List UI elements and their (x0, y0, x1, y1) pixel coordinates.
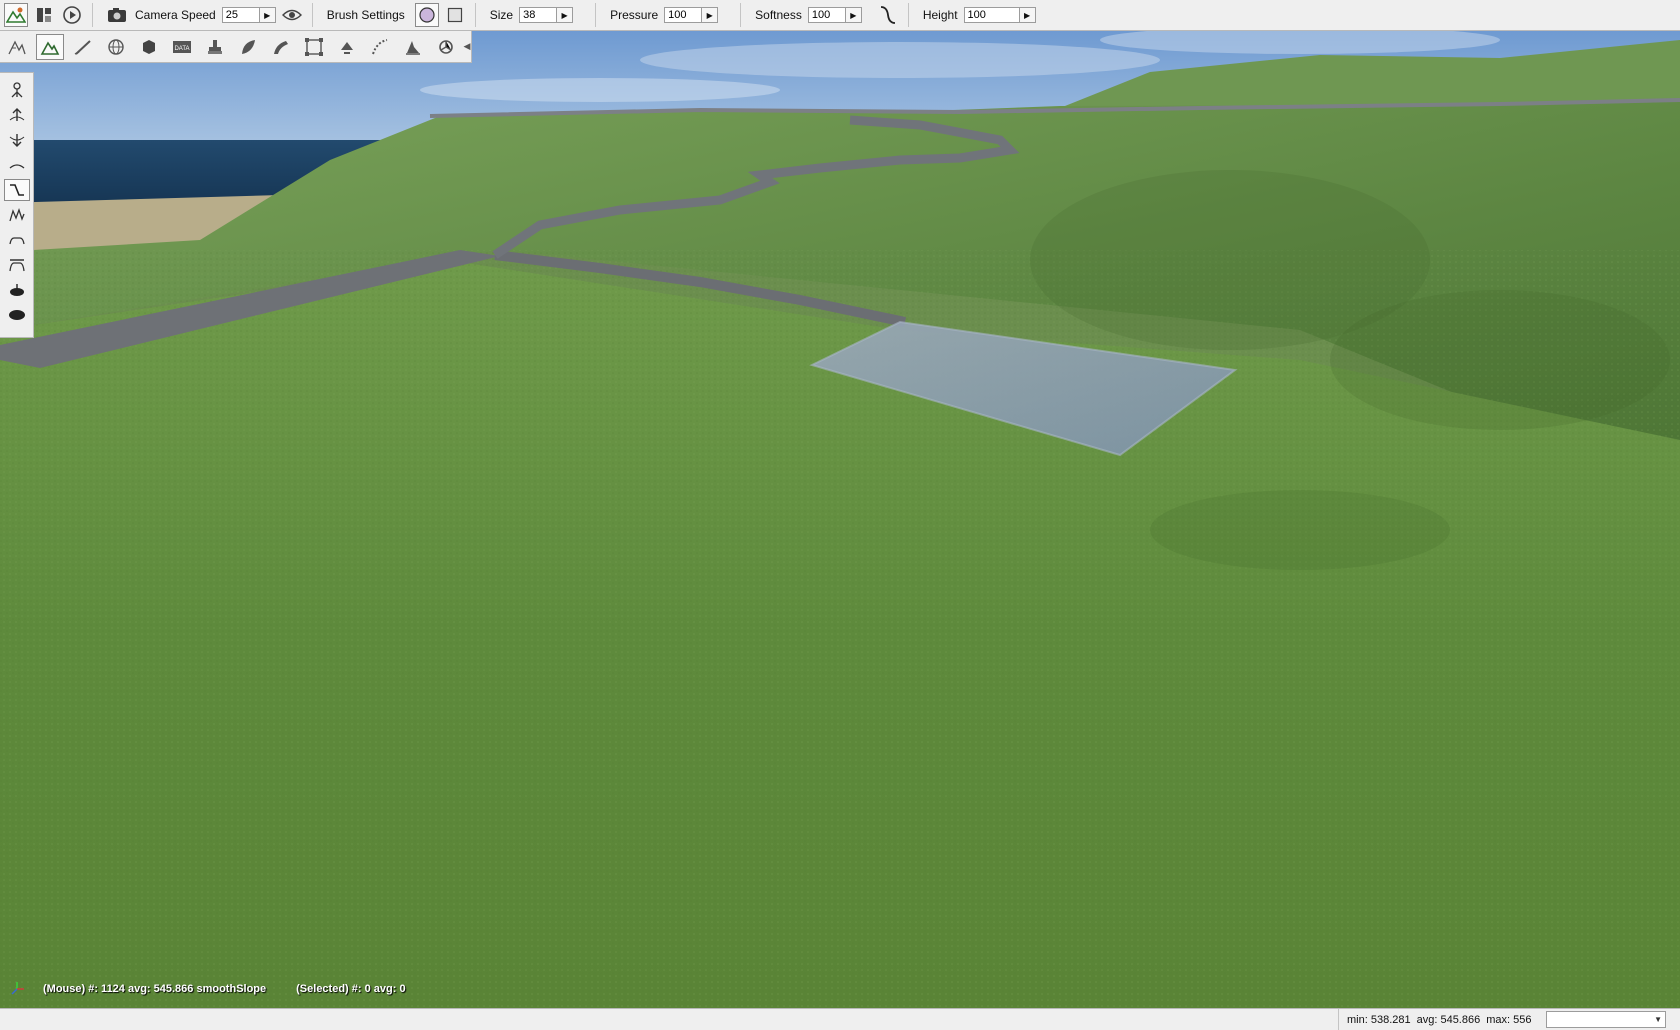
terrain-painter-icon[interactable] (69, 34, 97, 60)
paint-noise-icon[interactable] (4, 204, 30, 226)
restore-terrain-icon[interactable] (4, 304, 30, 326)
status-dropdown[interactable]: ▼ (1546, 1011, 1666, 1028)
chevron-down-icon: ▼ (1654, 1015, 1662, 1024)
status-bar: min: 538.281 avg: 545.866 max: 556 ▼ (0, 1008, 1680, 1030)
camera-speed-field[interactable]: ▶ (221, 6, 276, 24)
selected-info-text: (Selected) #: 0 avg: 0 (296, 983, 406, 995)
pressure-input[interactable] (664, 7, 703, 23)
size-input[interactable] (519, 7, 558, 23)
object-select-icon[interactable] (3, 34, 31, 60)
pressure-label: Pressure (610, 8, 659, 22)
convex-icon[interactable] (399, 34, 427, 60)
raise-height-icon[interactable] (4, 104, 30, 126)
viewport-info-overlay: (Mouse) #: 1124 avg: 545.866 smoothSlope… (0, 980, 406, 998)
size-field[interactable]: ▶ (519, 6, 574, 24)
height-input[interactable] (963, 7, 1020, 23)
camera-speed-label: Camera Speed (135, 8, 216, 22)
smooth-slope-icon[interactable] (4, 179, 30, 201)
particle-icon[interactable] (432, 34, 460, 60)
terrain-editor-tool-icon[interactable] (36, 33, 64, 60)
top-toolbar: Camera Speed ▶ Brush Settings Size ▶ Pre… (0, 0, 1680, 31)
height-label: Height (922, 8, 958, 22)
road-icon[interactable] (333, 34, 361, 60)
set-height-icon[interactable] (4, 254, 30, 276)
camera-speed-input[interactable] (221, 7, 260, 23)
stat-min: min: 538.281 (1347, 1013, 1411, 1026)
grab-terrain-icon[interactable] (4, 79, 30, 101)
clear-terrain-icon[interactable] (4, 279, 30, 301)
stat-max: max: 556 (1486, 1013, 1532, 1026)
pressure-arrow-icon[interactable]: ▶ (702, 7, 719, 23)
flatten-icon[interactable] (4, 229, 30, 251)
mesh-road-icon[interactable] (300, 34, 328, 60)
mouse-info-text: (Mouse) #: 1124 avg: 545.866 smoothSlope (43, 983, 267, 995)
softness-curve-icon[interactable] (876, 3, 900, 27)
lower-height-icon[interactable] (4, 129, 30, 151)
terrain-viewport[interactable] (0, 0, 1680, 1008)
softness-label: Softness (755, 8, 802, 22)
terrain-editor-icon[interactable] (4, 3, 28, 27)
collapse-toolbar-icon[interactable]: ◀ (463, 37, 471, 55)
height-arrow-icon[interactable]: ▶ (1019, 7, 1036, 23)
navmesh-icon[interactable] (366, 34, 394, 60)
softness-arrow-icon[interactable]: ▶ (845, 7, 862, 23)
circle-brush-icon[interactable] (414, 3, 439, 27)
world-icon[interactable] (102, 34, 130, 60)
forest-icon[interactable] (234, 34, 262, 60)
layout-icon[interactable] (32, 3, 56, 27)
pressure-field[interactable]: ▶ (664, 6, 719, 24)
height-field[interactable]: ▶ (963, 6, 1036, 24)
editor-tools-toolbar: DATA ◀ (0, 31, 472, 63)
square-brush-icon[interactable] (443, 3, 467, 27)
visibility-eye-icon[interactable] (280, 3, 304, 27)
play-icon[interactable] (60, 3, 84, 27)
camera-speed-arrow-icon[interactable]: ▶ (259, 7, 276, 23)
softness-input[interactable] (807, 7, 846, 23)
river-icon[interactable] (267, 34, 295, 60)
brush-settings-label: Brush Settings (326, 8, 405, 22)
height-stats: min: 538.281 avg: 545.866 max: 556 (1338, 1009, 1537, 1030)
shape-icon[interactable] (135, 34, 163, 60)
datablock-icon[interactable]: DATA (168, 34, 196, 60)
stat-avg: avg: 545.866 (1416, 1013, 1481, 1026)
axis-gizmo-icon (11, 982, 24, 995)
smooth-height-icon[interactable] (4, 154, 30, 176)
size-arrow-icon[interactable]: ▶ (557, 7, 574, 23)
camera-icon[interactable] (105, 3, 129, 27)
terrain-scene (0, 0, 1680, 1008)
size-label: Size (489, 8, 514, 22)
decal-icon[interactable] (201, 34, 229, 60)
brush-action-toolbar (0, 72, 34, 338)
svg-text:DATA: DATA (174, 46, 189, 52)
softness-field[interactable]: ▶ (807, 6, 862, 24)
